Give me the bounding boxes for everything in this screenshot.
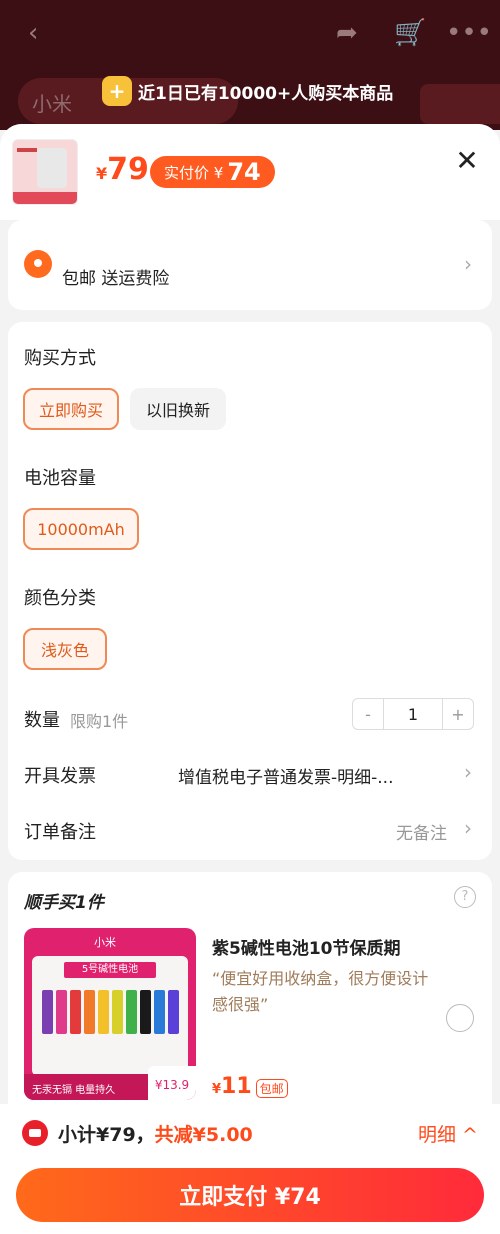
options-card: 购买方式 立即购买 以旧换新 电池容量 10000mAh 颜色分类 浅灰色 数量… (8, 322, 492, 860)
actual-pay-label: 实付价 ¥ (164, 163, 224, 182)
discount-amount: 共减¥5.00 (154, 1124, 253, 1146)
help-icon[interactable]: ? (454, 886, 476, 908)
option-buy-now[interactable]: 立即购买 (23, 388, 119, 430)
back-icon: ‹ (28, 18, 39, 48)
quantity-plus-button[interactable]: + (443, 699, 473, 729)
power-bank-image (37, 148, 67, 188)
shop-follow-background (420, 84, 500, 124)
quantity-label: 数量 (24, 710, 60, 731)
actual-pay-value: 74 (227, 158, 261, 186)
addon-price-currency: ¥ (212, 1082, 222, 1097)
battery-graphic (56, 990, 67, 1034)
invoice-value[interactable]: 增值税电子普通发票-明细-... (178, 763, 393, 788)
share-icon: ➦ (336, 18, 358, 48)
actual-pay-tag: 实付价 ¥ 74 (150, 156, 275, 188)
order-note-label: 订单备注 (24, 822, 96, 843)
battery-graphic (112, 990, 123, 1034)
battery-graphic (126, 990, 137, 1034)
product-price: ¥79 (96, 152, 149, 187)
pay-now-button[interactable]: 立即支付 ¥74 (16, 1168, 484, 1222)
option-light-gray[interactable]: 浅灰色 (23, 628, 107, 670)
image-label: 5号碱性电池 (64, 962, 156, 978)
subtotal: 小计¥79，共减¥5.00 (58, 1120, 253, 1147)
addon-card: 顺手买1件 ? 小米 5号碱性电池 无汞无镉 电量持久 ¥13.9 紫5碱性电池… (8, 872, 492, 1122)
addon-title: 顺手买1件 (24, 893, 104, 913)
quantity-minus-button[interactable]: - (353, 699, 383, 729)
shipping-card[interactable]: 包邮 送运费险 › (8, 220, 492, 310)
addon-description: “便宜好用收纳盒，很方便设计感很强” (212, 969, 429, 1014)
more-icon: ••• (446, 18, 493, 48)
price-value: 79 (107, 152, 149, 187)
product-thumbnail[interactable] (12, 139, 78, 205)
battery-graphic (84, 990, 95, 1034)
promo-banner: + 近1日已有10000+人购买本商品 (102, 74, 393, 108)
addon-product-image[interactable]: 小米 5号碱性电池 无汞无镉 电量持久 ¥13.9 (24, 928, 196, 1100)
cart-icon: 🛒 (394, 18, 427, 48)
thumbnail-footer (13, 192, 77, 204)
page-backdrop: ‹ ➦ 🛒 ••• 小米 + 近1日已有10000+人购买本商品 (0, 0, 500, 130)
battery-graphic (70, 990, 81, 1034)
addon-price: ¥11 包邮 (212, 1074, 288, 1099)
purchase-method-label: 购买方式 (24, 348, 96, 369)
subtotal-amount: 小计¥79， (58, 1124, 155, 1146)
quantity-value[interactable]: 1 (383, 699, 443, 729)
checkout-bar: 小计¥79，共减¥5.00 明细 ^ 立即支付 ¥74 (0, 1104, 500, 1234)
battery-graphic (98, 990, 109, 1034)
option-10000mah[interactable]: 10000mAh (23, 508, 139, 550)
battery-capacity-label: 电池容量 (24, 468, 96, 489)
free-shipping-badge: 包邮 (255, 1079, 288, 1098)
chevron-right-icon[interactable]: › (464, 816, 472, 840)
quantity-stepper[interactable]: - 1 + (352, 698, 474, 730)
coupon-icon (22, 1120, 48, 1146)
battery-graphic (154, 990, 165, 1034)
price-detail-toggle[interactable]: 明细 ^ (418, 1120, 478, 1147)
shopping-bag-icon: + (102, 76, 132, 106)
color-label: 颜色分类 (24, 588, 96, 609)
location-pin-icon (24, 250, 52, 278)
addon-product-name[interactable]: 紫5碱性电池10节保质期 (212, 934, 401, 959)
battery-graphic (42, 990, 53, 1034)
option-trade-in[interactable]: 以旧换新 (130, 388, 226, 430)
shop-name: 小米 (32, 92, 72, 116)
invoice-label: 开具发票 (24, 766, 96, 787)
close-icon[interactable]: ✕ (452, 146, 482, 176)
battery-graphic (140, 990, 151, 1034)
price-currency: ¥ (96, 164, 108, 183)
thumbnail-text-bar (17, 148, 37, 152)
order-note-value[interactable]: 无备注 (396, 819, 447, 844)
chevron-right-icon: › (464, 252, 472, 276)
addon-price-value: 11 (221, 1074, 252, 1099)
quantity-limit: 限购1件 (70, 712, 129, 731)
purchase-sheet: ¥79 实付价 ¥ 74 ✕ 包邮 送运费险 › 购买方式 立即购买 以旧换新 … (0, 124, 500, 1234)
sheet-header: ¥79 实付价 ¥ 74 ✕ (0, 124, 500, 220)
shipping-info: 包邮 送运费险 (62, 269, 170, 289)
image-price: ¥13.9 (148, 1066, 196, 1100)
addon-select-radio[interactable] (446, 1004, 474, 1032)
image-brand: 小米 (94, 936, 116, 949)
chevron-right-icon[interactable]: › (464, 760, 472, 784)
battery-graphic (168, 990, 179, 1034)
promo-banner-text: 近1日已有10000+人购买本商品 (138, 83, 394, 104)
